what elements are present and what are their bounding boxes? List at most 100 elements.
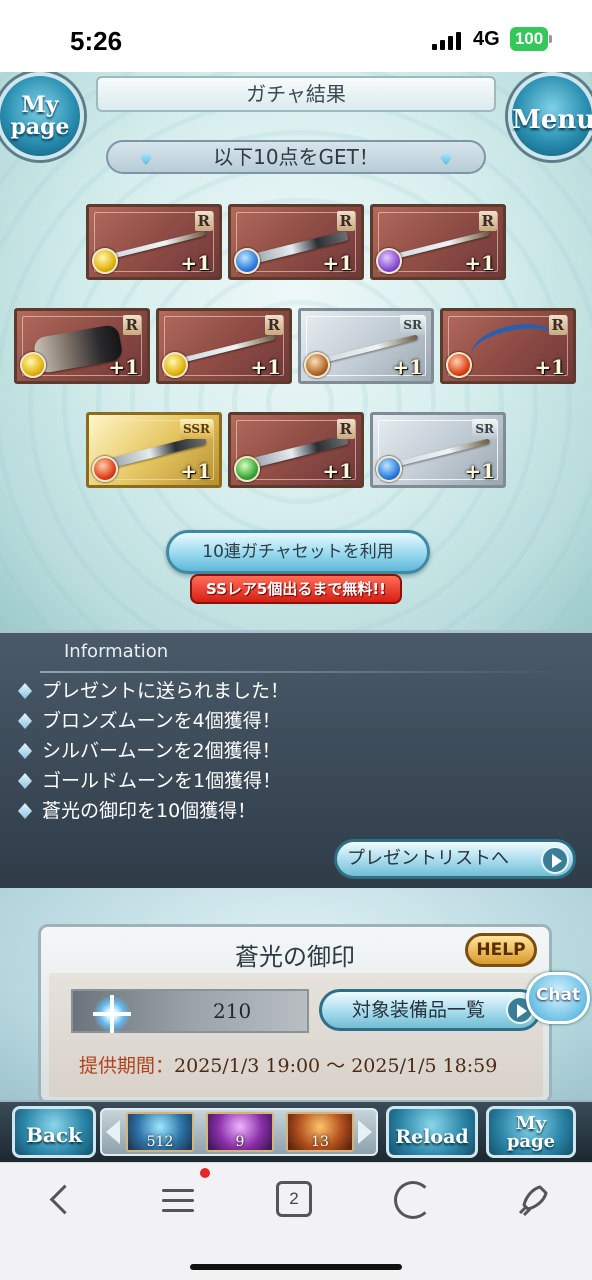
rarity-badge: SSR xyxy=(179,419,213,439)
browser-toolbar: 2 xyxy=(0,1162,592,1280)
clock: 5:26 xyxy=(70,26,123,56)
light-element-icon xyxy=(20,352,46,378)
fire-element-icon xyxy=(446,352,472,378)
plus-bonus: +1 xyxy=(322,251,353,275)
diamond-bullet-icon xyxy=(18,803,32,819)
weapon-card[interactable]: R +1 xyxy=(440,308,576,384)
plus-bonus: +1 xyxy=(250,355,281,379)
mypage-label-2: page xyxy=(506,1131,556,1152)
item-strip: 512 9 13 xyxy=(100,1108,378,1156)
diamond-bullet-icon xyxy=(18,773,32,789)
browser-reload-icon[interactable] xyxy=(394,1181,432,1219)
help-button[interactable]: HELP xyxy=(465,933,537,967)
weapon-card[interactable]: R +1 xyxy=(86,204,222,280)
rarity-badge: SR xyxy=(400,315,425,335)
result-banner-text: 以下10点をGET！ xyxy=(213,145,379,169)
present-list-label: プレゼントリストへ xyxy=(347,848,509,869)
plus-bonus: +1 xyxy=(322,459,353,483)
rarity-badge: R xyxy=(194,211,213,231)
seal-details: 210 対象装備品一覧 提供期間：2025/1/3 19:00 〜 2025/1… xyxy=(49,973,543,1097)
diamond-bullet-icon xyxy=(18,683,32,699)
water-element-icon xyxy=(234,248,260,274)
signal-icon xyxy=(432,30,462,50)
mypage-label-1: My xyxy=(21,92,59,118)
back-button[interactable]: Back xyxy=(12,1106,96,1158)
status-bar: 5:26 4G 100 xyxy=(0,0,592,72)
water-element-icon xyxy=(376,456,402,482)
battery-cap xyxy=(549,35,552,43)
plus-bonus: +1 xyxy=(464,251,495,275)
gem-icon xyxy=(140,151,152,165)
rarity-badge: R xyxy=(264,315,283,335)
plus-bonus: +1 xyxy=(108,355,139,379)
light-element-icon xyxy=(92,248,118,274)
info-item: ゴールドムーンを1個獲得！ xyxy=(18,767,281,795)
weapon-card[interactable]: R +1 xyxy=(156,308,292,384)
target-equipment-button[interactable]: 対象装備品一覧 xyxy=(319,989,541,1031)
earth-element-icon xyxy=(304,352,330,378)
weapon-card[interactable]: R +1 xyxy=(228,204,364,280)
plus-bonus: +1 xyxy=(392,355,423,379)
seal-section: 蒼光の御印 HELP 210 対象装備品一覧 提供期間：2025/1/3 19:… xyxy=(0,888,592,1104)
rarity-badge: R xyxy=(336,211,355,231)
divider xyxy=(40,671,564,673)
browser-menu-icon[interactable] xyxy=(158,1181,198,1221)
weapon-card[interactable]: R +1 xyxy=(228,412,364,488)
plus-bonus: +1 xyxy=(180,459,211,483)
menu-button[interactable]: Menu xyxy=(508,72,592,160)
page-title: ガチャ結果 xyxy=(96,76,496,112)
plus-bonus: +1 xyxy=(180,251,211,275)
rarity-badge: R xyxy=(122,315,141,335)
dark-element-icon xyxy=(376,248,402,274)
plus-bonus: +1 xyxy=(464,459,495,483)
weapon-card[interactable]: SR +1 xyxy=(298,308,434,384)
reload-button[interactable]: Reload xyxy=(386,1106,478,1158)
information-panel: Information プレゼントに送られました！ ブロンズムーンを4個獲得！ … xyxy=(0,630,592,888)
mypage-bottom-button[interactable]: My page xyxy=(486,1106,576,1158)
period-label: 提供期間： xyxy=(79,1055,175,1077)
weapon-card[interactable]: SSR +1 xyxy=(86,412,222,488)
weapon-card[interactable]: R +1 xyxy=(14,308,150,384)
light-element-icon xyxy=(162,352,188,378)
fire-element-icon xyxy=(92,456,118,482)
diamond-bullet-icon xyxy=(18,713,32,729)
present-list-button[interactable]: プレゼントリストへ xyxy=(334,839,576,879)
gacha-set-button[interactable]: 10連ガチャセットを利用 xyxy=(166,530,430,574)
plus-bonus: +1 xyxy=(534,355,565,379)
diamond-bullet-icon xyxy=(18,743,32,759)
game-view: ガチャ結果 My page Menu 以下10点をGET！ R +1 R +1 … xyxy=(0,72,592,1162)
offer-period: 提供期間：2025/1/3 19:00 〜 2025/1/5 18:59 xyxy=(79,1051,497,1078)
chat-button[interactable]: Chat xyxy=(526,972,590,1024)
target-equipment-label: 対象装備品一覧 xyxy=(352,999,486,1021)
item-crystal[interactable]: 512 xyxy=(126,1112,194,1152)
wind-element-icon xyxy=(234,456,260,482)
rocket-icon[interactable] xyxy=(512,1181,552,1221)
chevron-right-icon[interactable] xyxy=(358,1120,372,1144)
browser-back-icon[interactable] xyxy=(40,1181,80,1221)
item-potion[interactable]: 9 xyxy=(206,1112,274,1152)
info-item: 蒼光の御印を10個獲得！ xyxy=(18,797,256,825)
game-bottom-bar: Back 512 9 13 Reload My page xyxy=(0,1100,592,1162)
info-item: プレゼントに送られました！ xyxy=(18,677,289,705)
battery-icon: 100 xyxy=(510,27,548,51)
rarity-badge: R xyxy=(548,315,567,335)
mypage-button[interactable]: My page xyxy=(0,72,84,160)
information-title: Information xyxy=(64,641,169,662)
weapon-card[interactable]: SR +1 xyxy=(370,412,506,488)
arrow-right-icon xyxy=(541,846,569,874)
item-elixir[interactable]: 13 xyxy=(286,1112,354,1152)
info-item: シルバームーンを2個獲得！ xyxy=(18,737,281,765)
free-badge: SSレア5個出るまで無料!! xyxy=(190,574,402,604)
result-banner: 以下10点をGET！ xyxy=(106,140,486,174)
period-value: 2025/1/3 19:00 〜 2025/1/5 18:59 xyxy=(174,1055,498,1077)
info-item: ブロンズムーンを4個獲得！ xyxy=(18,707,281,735)
seal-panel: 蒼光の御印 HELP 210 対象装備品一覧 提供期間：2025/1/3 19:… xyxy=(38,924,552,1104)
weapon-card[interactable]: R +1 xyxy=(370,204,506,280)
browser-tabs-icon[interactable]: 2 xyxy=(276,1181,312,1217)
chevron-left-icon[interactable] xyxy=(106,1120,120,1144)
gem-icon xyxy=(440,151,452,165)
home-indicator xyxy=(190,1264,402,1270)
seal-count: 210 xyxy=(213,999,252,1023)
rarity-badge: SR xyxy=(472,419,497,439)
rarity-badge: R xyxy=(478,211,497,231)
